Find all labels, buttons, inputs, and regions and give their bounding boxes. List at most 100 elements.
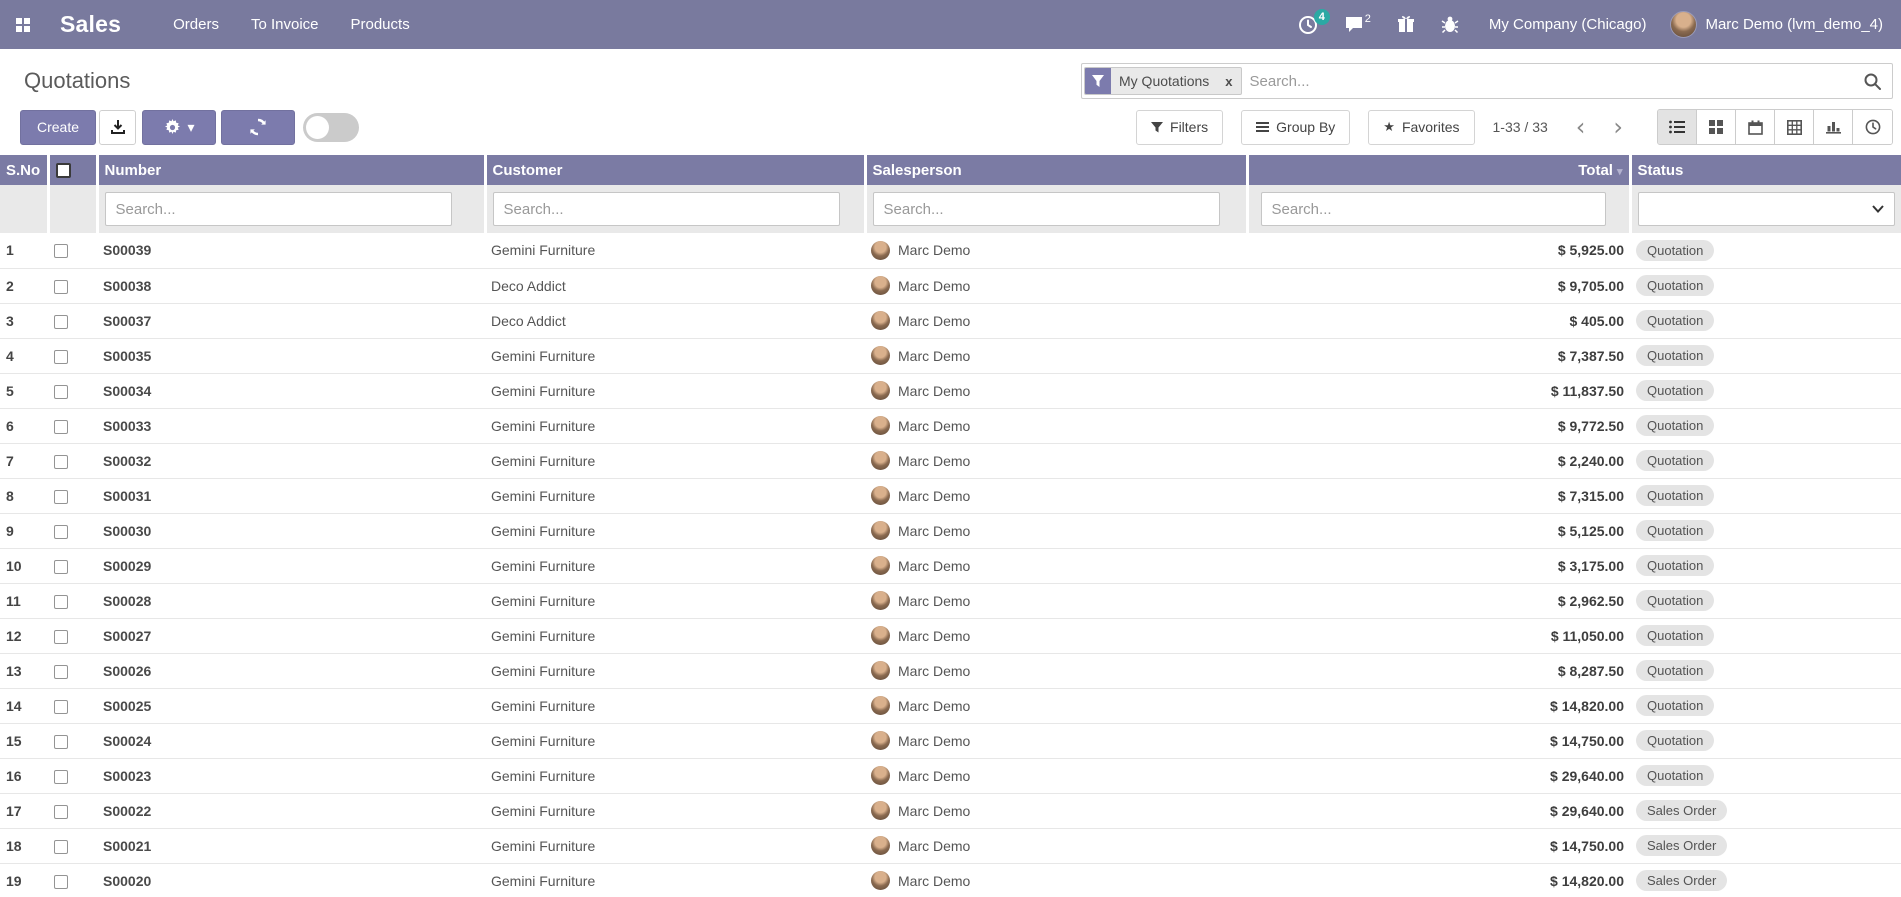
list-view-button[interactable] (1658, 110, 1697, 144)
column-header-number[interactable]: Number (97, 155, 485, 185)
row-checkbox[interactable] (54, 490, 68, 504)
calendar-view-button[interactable] (1736, 110, 1775, 144)
salesperson-name: Marc Demo (898, 383, 970, 399)
row-checkbox[interactable] (54, 840, 68, 854)
gift-button[interactable] (1387, 7, 1425, 42)
company-switcher[interactable]: My Company (Chicago) (1475, 16, 1661, 33)
row-checkbox[interactable] (54, 385, 68, 399)
table-row[interactable]: 18 S00021 Gemini Furniture Marc Demo $ 1… (0, 828, 1901, 863)
row-checkbox[interactable] (54, 420, 68, 434)
table-row[interactable]: 13 S00026 Gemini Furniture Marc Demo $ 8… (0, 653, 1901, 688)
number-filter-input[interactable] (105, 192, 452, 226)
row-checkbox[interactable] (54, 735, 68, 749)
row-checkbox[interactable] (54, 455, 68, 469)
table-row[interactable]: 3 S00037 Deco Addict Marc Demo $ 405.00 … (0, 303, 1901, 338)
total-filter-input[interactable] (1261, 192, 1606, 226)
table-row[interactable]: 7 S00032 Gemini Furniture Marc Demo $ 2,… (0, 443, 1901, 478)
table-row[interactable]: 11 S00028 Gemini Furniture Marc Demo $ 2… (0, 583, 1901, 618)
pivot-view-button[interactable] (1775, 110, 1814, 144)
filters-button[interactable]: Filters (1136, 110, 1223, 145)
graph-view-button[interactable] (1814, 110, 1853, 144)
table-row[interactable]: 10 S00029 Gemini Furniture Marc Demo $ 3… (0, 548, 1901, 583)
calendar-icon (1748, 120, 1763, 135)
salesperson-name: Marc Demo (898, 803, 970, 819)
export-button[interactable] (99, 110, 136, 145)
table-row[interactable]: 6 S00033 Gemini Furniture Marc Demo $ 9,… (0, 408, 1901, 443)
row-checkbox[interactable] (54, 350, 68, 364)
table-row[interactable]: 1 S00039 Gemini Furniture Marc Demo $ 5,… (0, 233, 1901, 268)
column-header-status[interactable]: Status (1630, 155, 1901, 185)
chat-icon (1344, 15, 1364, 34)
table-row[interactable]: 15 S00024 Gemini Furniture Marc Demo $ 1… (0, 723, 1901, 758)
table-row[interactable]: 5 S00034 Gemini Furniture Marc Demo $ 11… (0, 373, 1901, 408)
favorites-button[interactable]: ★ Favorites (1368, 110, 1474, 145)
search-icon[interactable] (1863, 72, 1882, 91)
kanban-view-button[interactable] (1697, 110, 1736, 144)
row-checkbox[interactable] (54, 560, 68, 574)
column-header-total[interactable]: Total▾ (1247, 155, 1630, 185)
group-by-icon (1256, 121, 1269, 133)
table-row[interactable]: 19 S00020 Gemini Furniture Marc Demo $ 1… (0, 863, 1901, 897)
group-by-button[interactable]: Group By (1241, 110, 1350, 145)
quotation-number: S00023 (97, 758, 485, 793)
facet-label: My Quotations (1111, 68, 1217, 94)
select-all-checkbox[interactable] (56, 163, 71, 178)
salesperson-name: Marc Demo (898, 838, 970, 854)
menu-to-invoice[interactable]: To Invoice (239, 1, 331, 48)
row-checkbox[interactable] (54, 315, 68, 329)
activities-button[interactable]: 4 (1288, 7, 1328, 43)
toggle-switch[interactable] (303, 113, 359, 142)
app-title[interactable]: Sales (60, 11, 121, 38)
customer-filter-input[interactable] (493, 192, 840, 226)
row-checkbox[interactable] (54, 805, 68, 819)
table-row[interactable]: 4 S00035 Gemini Furniture Marc Demo $ 7,… (0, 338, 1901, 373)
customer-name: Gemini Furniture (485, 653, 865, 688)
row-checkbox[interactable] (54, 244, 68, 258)
menu-orders[interactable]: Orders (161, 1, 231, 48)
row-checkbox[interactable] (54, 525, 68, 539)
row-checkbox[interactable] (54, 630, 68, 644)
search-bar[interactable]: My Quotations x Search... (1081, 63, 1893, 99)
action-gear-button[interactable]: ▾ (142, 110, 216, 145)
row-index: 11 (0, 583, 48, 618)
salesperson-avatar (871, 801, 890, 820)
salesperson-avatar (871, 871, 890, 890)
row-checkbox[interactable] (54, 875, 68, 889)
apps-menu-icon[interactable] (0, 0, 46, 49)
pager-previous-icon[interactable]: ‹ (1564, 112, 1598, 142)
table-row[interactable]: 12 S00027 Gemini Furniture Marc Demo $ 1… (0, 618, 1901, 653)
table-row[interactable]: 14 S00025 Gemini Furniture Marc Demo $ 1… (0, 688, 1901, 723)
row-checkbox[interactable] (54, 700, 68, 714)
table-row[interactable]: 8 S00031 Gemini Furniture Marc Demo $ 7,… (0, 478, 1901, 513)
debug-button[interactable] (1431, 7, 1469, 42)
favorites-label: Favorites (1402, 119, 1460, 135)
table-row[interactable]: 9 S00030 Gemini Furniture Marc Demo $ 5,… (0, 513, 1901, 548)
row-checkbox[interactable] (54, 280, 68, 294)
status-filter-select[interactable] (1638, 192, 1896, 226)
menu-products[interactable]: Products (339, 1, 422, 48)
column-header-salesperson[interactable]: Salesperson (865, 155, 1247, 185)
status-badge: Quotation (1636, 765, 1714, 786)
row-checkbox[interactable] (54, 595, 68, 609)
pager-next-icon[interactable]: › (1601, 112, 1635, 142)
column-header-sno[interactable]: S.No (0, 155, 48, 185)
salesperson-filter-input[interactable] (873, 192, 1220, 226)
column-header-select-all[interactable] (48, 155, 97, 185)
user-menu[interactable]: Marc Demo (lvm_demo_4) (1666, 11, 1887, 38)
table-row[interactable]: 17 S00022 Gemini Furniture Marc Demo $ 2… (0, 793, 1901, 828)
facet-remove-icon[interactable]: x (1217, 68, 1240, 94)
activity-view-button[interactable] (1853, 110, 1892, 144)
column-header-customer[interactable]: Customer (485, 155, 865, 185)
customer-name: Gemini Furniture (485, 478, 865, 513)
salesperson-name: Marc Demo (898, 663, 970, 679)
search-input[interactable]: Search... (1250, 73, 1864, 90)
messages-button[interactable]: 2 (1334, 7, 1381, 42)
search-facet: My Quotations x (1084, 67, 1242, 95)
table-row[interactable]: 16 S00023 Gemini Furniture Marc Demo $ 2… (0, 758, 1901, 793)
status-badge: Quotation (1636, 275, 1714, 296)
refresh-button[interactable] (221, 110, 295, 145)
create-button[interactable]: Create (20, 110, 96, 145)
table-row[interactable]: 2 S00038 Deco Addict Marc Demo $ 9,705.0… (0, 268, 1901, 303)
row-checkbox[interactable] (54, 770, 68, 784)
row-checkbox[interactable] (54, 665, 68, 679)
